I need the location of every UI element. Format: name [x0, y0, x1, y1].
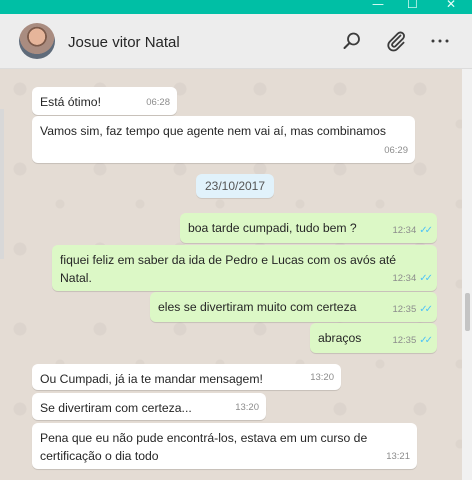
message-time-wrap: 12:35 ✓✓	[392, 301, 433, 319]
message-bubble[interactable]: Vamos sim, faz tempo que agente nem vai …	[32, 116, 415, 163]
chat-area[interactable]: Está ótimo! 06:28 Vamos sim, faz tempo q…	[0, 69, 462, 480]
panel-edge	[0, 109, 4, 259]
minimize-button[interactable]: —	[372, 0, 384, 11]
message-time: 12:35	[392, 304, 417, 315]
message-time: 13:20	[310, 372, 334, 383]
message-text: Pena que eu não pude encontrá-los, estav…	[40, 431, 368, 463]
avatar[interactable]	[19, 23, 55, 59]
message-text: Se divertiram com certeza...	[40, 401, 192, 415]
message-time-wrap: 13:21	[386, 448, 410, 466]
chat-scrollbar[interactable]	[462, 69, 472, 480]
message-text: abraços	[318, 331, 362, 345]
message-text: fiquei feliz em saber da ida de Pedro e …	[60, 253, 397, 285]
read-ticks-icon: ✓✓	[419, 335, 433, 346]
read-ticks-icon: ✓✓	[419, 273, 433, 284]
message-bubble[interactable]: Se divertiram com certeza... 13:20	[32, 393, 266, 420]
message-time: 06:29	[384, 145, 408, 156]
message-time: 12:34	[392, 225, 417, 236]
message-time: 06:28	[146, 97, 170, 108]
chat-header: Josue vitor Natal	[0, 14, 472, 69]
message-bubble[interactable]: boa tarde cumpadi, tudo bem ? 12:34 ✓✓	[180, 213, 437, 243]
message-text: Vamos sim, faz tempo que agente nem vai …	[40, 124, 386, 138]
close-button[interactable]: ✕	[446, 0, 456, 11]
window-titlebar: — ☐ ✕	[0, 0, 472, 14]
message-time-wrap: 12:35 ✓✓	[392, 332, 433, 350]
message-text: Está ótimo!	[40, 95, 101, 109]
message-text: Ou Cumpadi, já ia te mandar mensagem!	[40, 372, 263, 386]
attach-icon[interactable]	[384, 29, 408, 53]
message-time-wrap: 13:20	[310, 369, 334, 387]
message-bubble[interactable]: Está ótimo! 06:28	[32, 87, 177, 115]
message-bubble[interactable]: fiquei feliz em saber da ida de Pedro e …	[52, 245, 437, 291]
message-bubble[interactable]: Ou Cumpadi, já ia te mandar mensagem! 13…	[32, 364, 341, 390]
message-time-wrap: 12:34 ✓✓	[392, 222, 433, 240]
scrollbar-thumb[interactable]	[465, 293, 470, 331]
message-time-wrap: 06:28	[146, 94, 170, 112]
message-text: boa tarde cumpadi, tudo bem ?	[188, 221, 357, 235]
read-ticks-icon: ✓✓	[419, 225, 433, 236]
message-time: 13:21	[386, 451, 410, 462]
message-time: 13:20	[235, 402, 259, 413]
message-bubble[interactable]: Pena que eu não pude encontrá-los, estav…	[32, 423, 417, 469]
date-divider: 23/10/2017	[196, 174, 274, 198]
maximize-button[interactable]: ☐	[407, 0, 418, 11]
message-time: 12:34	[392, 273, 417, 284]
message-bubble[interactable]: abraços 12:35 ✓✓	[310, 323, 437, 353]
search-icon[interactable]	[340, 29, 364, 53]
read-ticks-icon: ✓✓	[419, 304, 433, 315]
message-time-wrap: 13:20	[235, 399, 259, 417]
message-text: eles se divertiram muito com certeza	[158, 300, 357, 314]
contact-name[interactable]: Josue vitor Natal	[68, 34, 180, 51]
menu-icon[interactable]	[428, 29, 452, 53]
message-bubble[interactable]: eles se divertiram muito com certeza 12:…	[150, 292, 437, 322]
message-time-wrap: 12:34 ✓✓	[392, 270, 433, 288]
message-time-wrap: 06:29	[384, 142, 408, 160]
message-time: 12:35	[392, 335, 417, 346]
